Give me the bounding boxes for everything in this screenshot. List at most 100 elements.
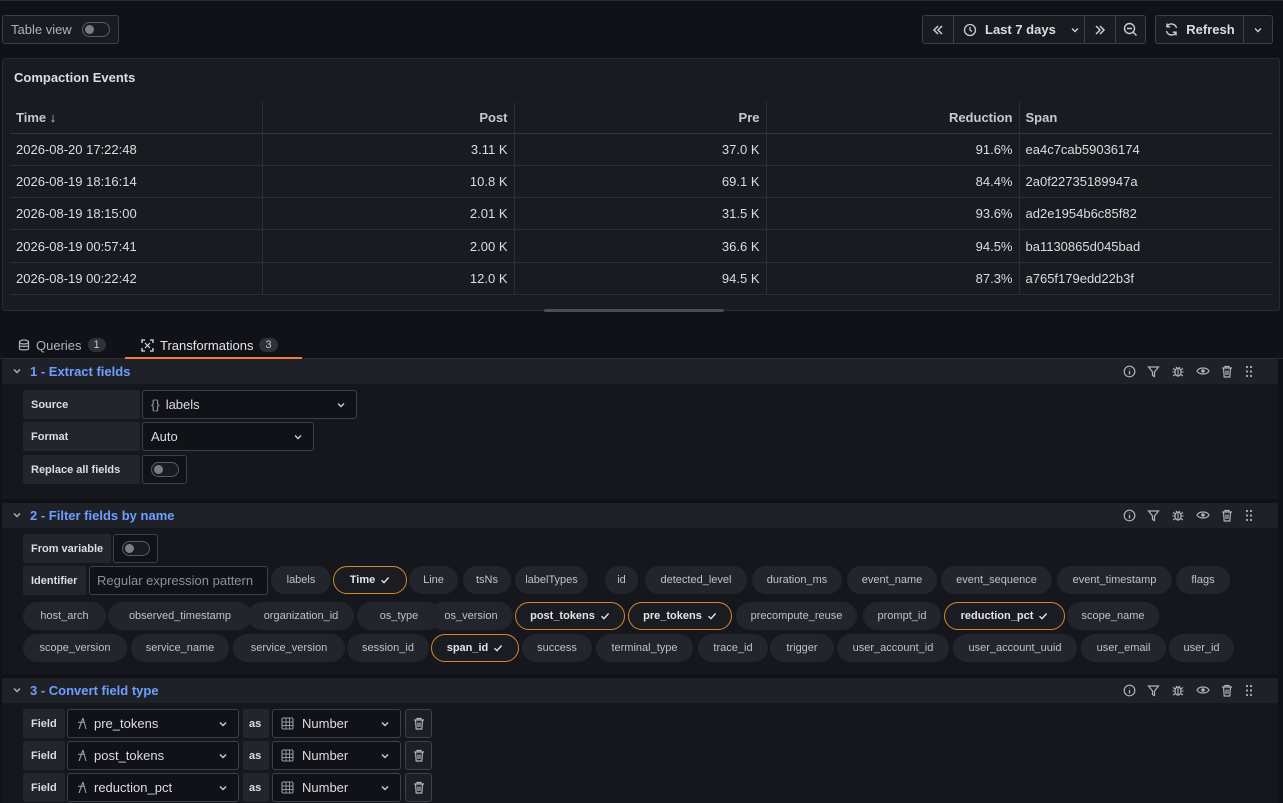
remove-conversion-button[interactable] <box>405 773 432 802</box>
bug-icon[interactable] <box>1171 683 1185 697</box>
filter-icon[interactable] <box>1147 684 1160 697</box>
field-chip-trigger[interactable]: trigger <box>770 634 834 662</box>
field-chip-event-timestamp[interactable]: event_timestamp <box>1057 566 1172 594</box>
field-chip-scope-version[interactable]: scope_version <box>23 634 127 662</box>
bug-icon[interactable] <box>1171 364 1185 378</box>
field-chip-pre-tokens[interactable]: pre_tokens <box>628 602 732 630</box>
tab-transformations[interactable]: Transformations 3 <box>141 332 278 358</box>
field-chip-label: post_tokens <box>530 610 595 622</box>
field-chip-tsns[interactable]: tsNs <box>463 566 511 594</box>
type-select[interactable]: Number <box>272 741 401 770</box>
field-chip-reduction-pct[interactable]: reduction_pct <box>944 602 1065 630</box>
tab-queries-label: Queries <box>36 337 82 353</box>
field-chip-label: terminal_type <box>611 642 678 654</box>
chevron-down-icon[interactable] <box>12 366 22 376</box>
refresh-interval-dropdown[interactable] <box>1243 15 1273 44</box>
type-select[interactable]: Number <box>272 709 401 738</box>
eye-icon[interactable] <box>1196 365 1210 377</box>
remove-conversion-button[interactable] <box>405 741 432 770</box>
field-chip-id[interactable]: id <box>605 566 638 594</box>
field-chip-labeltypes[interactable]: labelTypes <box>515 566 588 594</box>
cell-span: 2a0f22735189947a <box>1018 165 1273 199</box>
replace-all-fields-label: Replace all fields <box>23 455 140 484</box>
column-header-pre[interactable]: Pre <box>513 102 766 134</box>
field-chip-labels[interactable]: labels <box>271 566 331 594</box>
field-chip-precompute-reuse[interactable]: precompute_reuse <box>736 602 857 630</box>
tab-queries[interactable]: Queries 1 <box>18 332 106 358</box>
info-icon[interactable] <box>1123 684 1136 697</box>
filter-icon[interactable] <box>1147 509 1160 522</box>
transformation-3-header[interactable]: 3 - Convert field type <box>2 678 1278 703</box>
drag-handle-icon[interactable] <box>1244 684 1254 697</box>
field-chip-organization-id[interactable]: organization_id <box>248 602 354 630</box>
field-chip-duration-ms[interactable]: duration_ms <box>752 566 842 594</box>
zoom-out-button[interactable] <box>1115 15 1146 44</box>
toggle-switch[interactable] <box>121 541 150 556</box>
eye-icon[interactable] <box>1196 684 1210 696</box>
field-chip-user-account-uuid[interactable]: user_account_uuid <box>953 634 1077 662</box>
field-chip-terminal-type[interactable]: terminal_type <box>596 634 693 662</box>
table-view-switch[interactable] <box>81 22 110 37</box>
field-chip-success[interactable]: success <box>522 634 592 662</box>
remove-conversion-button[interactable] <box>405 709 432 738</box>
field-chip-event-name[interactable]: event_name <box>847 566 937 594</box>
field-chip-user-id[interactable]: user_id <box>1169 634 1234 662</box>
field-chip-os-version[interactable]: os_version <box>429 602 513 630</box>
field-chip-detected-level[interactable]: detected_level <box>645 566 747 594</box>
field-chip-span-id[interactable]: span_id <box>431 634 519 662</box>
shift-forward-button[interactable] <box>1084 15 1116 44</box>
column-header-span[interactable]: Span <box>1018 102 1273 134</box>
bug-icon[interactable] <box>1171 508 1185 522</box>
field-chip-time[interactable]: Time <box>333 566 407 594</box>
field-chip-session-id[interactable]: session_id <box>347 634 429 662</box>
field-chip-observed-timestamp[interactable]: observed_timestamp <box>108 602 252 630</box>
field-select[interactable]: pre_tokens <box>67 709 239 738</box>
drag-handle-icon[interactable] <box>1244 509 1254 522</box>
field-chip-flags[interactable]: flags <box>1176 566 1230 594</box>
shift-back-button[interactable] <box>922 15 954 44</box>
field-select[interactable]: reduction_pct <box>67 773 239 802</box>
column-header-post[interactable]: Post <box>261 102 514 134</box>
trash-icon[interactable] <box>1221 509 1233 522</box>
refresh-button[interactable]: Refresh <box>1155 15 1244 44</box>
toggle-switch[interactable] <box>150 462 179 477</box>
source-select[interactable]: {} labels <box>142 390 357 419</box>
field-chip-user-email[interactable]: user_email <box>1081 634 1166 662</box>
field-chip-prompt-id[interactable]: prompt_id <box>863 602 941 630</box>
trash-icon[interactable] <box>1221 365 1233 378</box>
field-chip-label: service_name <box>145 642 215 654</box>
trash-icon[interactable] <box>1221 684 1233 697</box>
type-select[interactable]: Number <box>272 773 401 802</box>
field-chip-event-sequence[interactable]: event_sequence <box>941 566 1052 594</box>
field-chip-service-version[interactable]: service_version <box>233 634 345 662</box>
transformation-1-header[interactable]: 1 - Extract fields <box>2 359 1278 384</box>
from-variable-toggle[interactable] <box>113 534 158 563</box>
field-chip-trace-id[interactable]: trace_id <box>698 634 768 662</box>
field-chip-service-name[interactable]: service_name <box>131 634 229 662</box>
regex-pattern-input[interactable]: Regular expression pattern <box>89 566 268 595</box>
info-icon[interactable] <box>1123 365 1136 378</box>
column-header-time[interactable]: Time ↓ <box>10 102 262 134</box>
field-chip-line[interactable]: Line <box>409 566 458 594</box>
field-select[interactable]: post_tokens <box>67 741 239 770</box>
field-chip-user-account-id[interactable]: user_account_id <box>837 634 949 662</box>
field-chip-label: user_account_id <box>852 642 934 654</box>
sort-desc-icon: ↓ <box>49 109 57 125</box>
replace-all-fields-toggle[interactable] <box>142 455 187 484</box>
chevron-down-icon[interactable] <box>12 685 22 695</box>
type-select-value: Number <box>302 716 349 731</box>
field-chip-host-arch[interactable]: host_arch <box>23 602 106 630</box>
time-range-picker[interactable]: Last 7 days <box>953 15 1085 44</box>
transformation-2-header[interactable]: 2 - Filter fields by name <box>2 503 1278 528</box>
field-chip-scope-name[interactable]: scope_name <box>1067 602 1159 630</box>
eye-icon[interactable] <box>1196 509 1210 521</box>
chevron-down-icon[interactable] <box>12 510 22 520</box>
column-header-reduction[interactable]: Reduction <box>765 102 1019 134</box>
drag-handle-icon[interactable] <box>1244 365 1254 378</box>
format-select[interactable]: Auto <box>142 422 314 451</box>
filter-icon[interactable] <box>1147 365 1160 378</box>
field-chip-post-tokens[interactable]: post_tokens <box>515 602 625 630</box>
table-view-toggle[interactable]: Table view <box>2 15 119 44</box>
info-icon[interactable] <box>1123 509 1136 522</box>
panel-resize-handle[interactable] <box>544 309 724 312</box>
